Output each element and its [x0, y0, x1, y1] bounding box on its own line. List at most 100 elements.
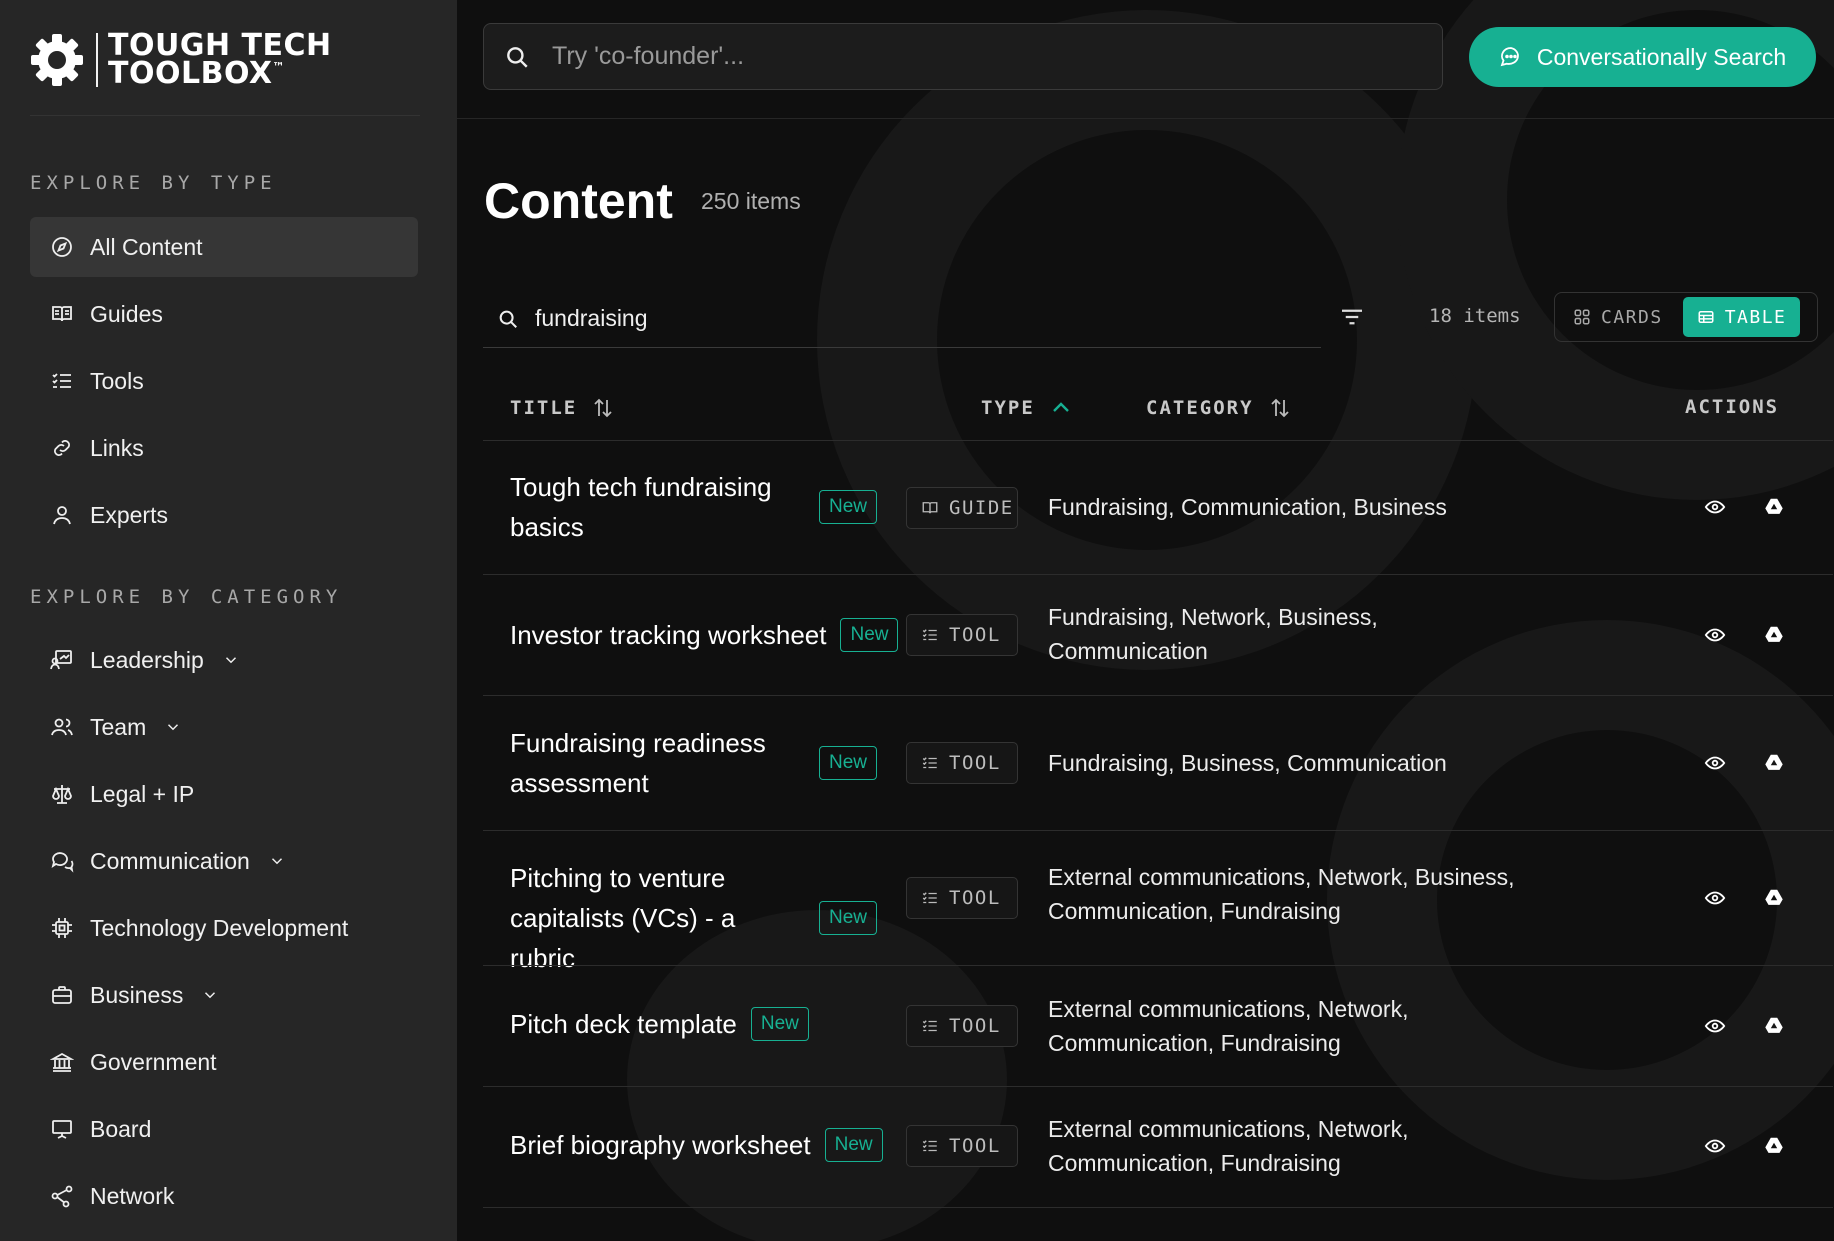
user-icon: [50, 503, 74, 527]
conversational-search-button[interactable]: Conversationally Search: [1469, 27, 1816, 87]
type-label: TOOL: [949, 624, 1001, 646]
header-divider: [457, 118, 1834, 119]
google-drive-icon[interactable]: [1763, 496, 1785, 518]
row-title[interactable]: Investor tracking worksheet: [510, 615, 826, 655]
row-title-cell: Tough tech fundraising basics New: [510, 467, 878, 547]
checklist-icon: [922, 629, 937, 641]
google-drive-icon[interactable]: [1763, 1135, 1785, 1157]
row-categories: External communications, Network, Commun…: [1048, 996, 1409, 1056]
sidebar-item-label: Communication: [90, 847, 250, 874]
global-search[interactable]: [483, 23, 1443, 90]
column-header-title[interactable]: TITLE: [510, 396, 615, 420]
row-title[interactable]: Tough tech fundraising basics: [510, 467, 805, 547]
filter-icon[interactable]: [1337, 302, 1367, 332]
sidebar-item-technology-development[interactable]: Technology Development: [30, 898, 418, 958]
sidebar-item-legal-ip[interactable]: Legal + IP: [30, 764, 418, 824]
view-eye-icon[interactable]: [1704, 624, 1726, 646]
new-badge: New: [819, 490, 878, 524]
book-icon: [50, 302, 74, 326]
sidebar-item-label: Network: [90, 1182, 175, 1209]
sidebar-item-tools[interactable]: Tools: [30, 351, 418, 411]
brand-logo[interactable]: TOUGH TECH TOOLBOX™: [30, 31, 332, 89]
table-row[interactable]: Fundraising readiness assessment New TOO…: [483, 696, 1833, 830]
new-badge: New: [819, 901, 878, 935]
filter-search-value[interactable]: fundraising: [535, 305, 648, 332]
new-badge: New: [840, 618, 899, 652]
view-eye-icon[interactable]: [1704, 496, 1726, 518]
type-chip: GUIDE: [906, 487, 1018, 529]
sort-icon: [594, 398, 612, 418]
table-row[interactable]: Tough tech fundraising basics New GUIDE …: [483, 441, 1833, 574]
type-label: TOOL: [949, 1015, 1001, 1037]
sidebar-item-leadership[interactable]: Leadership: [30, 630, 418, 690]
column-header-type[interactable]: TYPE: [981, 396, 1073, 420]
sidebar-item-label: Tools: [90, 367, 144, 394]
sidebar-item-links[interactable]: Links: [30, 418, 418, 478]
google-drive-icon[interactable]: [1763, 624, 1785, 646]
building-icon: [50, 1050, 74, 1074]
table-row[interactable]: Brief biography worksheet New TOOL Exter…: [483, 1087, 1833, 1207]
row-categories: Fundraising, Communication, Business: [1048, 494, 1447, 520]
sidebar-item-all-content[interactable]: All Content: [30, 217, 418, 277]
chat-bubble-icon: [1500, 47, 1519, 67]
row-title[interactable]: Pitch deck template: [510, 1004, 737, 1044]
brand-line-2: TOOLBOX™: [108, 59, 332, 89]
logo-separator: [30, 115, 420, 116]
sidebar-item-network[interactable]: Network: [30, 1166, 418, 1226]
google-drive-icon[interactable]: [1763, 887, 1785, 909]
cards-view-label: CARDS: [1601, 306, 1663, 328]
view-eye-icon[interactable]: [1704, 887, 1726, 909]
logo-divider: [96, 33, 98, 87]
sidebar-item-label: Government: [90, 1048, 217, 1075]
sidebar-item-government[interactable]: Government: [30, 1032, 418, 1092]
sort-icon: [1270, 398, 1289, 418]
google-drive-icon[interactable]: [1763, 752, 1785, 774]
google-drive-icon[interactable]: [1763, 1015, 1785, 1037]
sidebar-item-communication[interactable]: Communication: [30, 831, 418, 891]
column-header-type-label: TYPE: [981, 397, 1035, 419]
table-row[interactable]: Investor tracking worksheet New TOOL Fun…: [483, 575, 1833, 695]
chevron-down-icon[interactable]: [268, 852, 286, 870]
cards-view-button[interactable]: CARDS: [1559, 297, 1677, 337]
new-badge: New: [750, 1007, 809, 1041]
sidebar-item-business[interactable]: Business: [30, 965, 418, 1025]
chip-icon: [50, 916, 74, 940]
checklist-icon: [922, 1140, 937, 1152]
table-row[interactable]: Pitching to venture capitalists (VCs) - …: [483, 831, 1833, 973]
chevron-down-icon[interactable]: [164, 718, 182, 736]
table-row[interactable]: Pitch deck template New TOOL External co…: [483, 966, 1833, 1086]
users-icon: [50, 715, 74, 739]
sidebar-item-label: Leadership: [90, 646, 204, 673]
table-icon: [1698, 311, 1714, 323]
row-title[interactable]: Pitching to venture capitalists (VCs) - …: [510, 858, 805, 978]
row-title[interactable]: Brief biography worksheet: [510, 1125, 811, 1165]
type-chip: TOOL: [906, 1125, 1018, 1167]
type-chip: TOOL: [906, 742, 1018, 784]
column-header-title-label: TITLE: [510, 397, 578, 419]
column-header-category[interactable]: CATEGORY: [1146, 396, 1292, 420]
type-chip: TOOL: [906, 1005, 1018, 1047]
row-divider: [483, 1207, 1833, 1208]
row-title[interactable]: Fundraising readiness assessment: [510, 723, 805, 803]
brand-line-2-text: TOOLBOX: [108, 56, 273, 91]
gear-logo-icon: [31, 34, 83, 86]
global-search-input[interactable]: [552, 42, 1412, 71]
sidebar-item-team[interactable]: Team: [30, 697, 418, 757]
table-view-button[interactable]: TABLE: [1682, 297, 1801, 337]
sidebar-item-label: Legal + IP: [90, 780, 195, 807]
type-label: TOOL: [949, 887, 1001, 909]
sidebar-item-guides[interactable]: Guides: [30, 284, 418, 344]
chevron-down-icon[interactable]: [201, 986, 219, 1004]
checklist-icon: [922, 1020, 937, 1032]
view-eye-icon[interactable]: [1704, 1015, 1726, 1037]
view-eye-icon[interactable]: [1704, 1135, 1726, 1157]
row-categories: Fundraising, Business, Communication: [1048, 750, 1447, 776]
sidebar-item-experts[interactable]: Experts: [30, 485, 418, 545]
checklist-icon: [50, 369, 74, 393]
view-eye-icon[interactable]: [1704, 752, 1726, 774]
chevron-down-icon[interactable]: [222, 651, 240, 669]
sidebar-item-board[interactable]: Board: [30, 1099, 418, 1159]
content-filter-search[interactable]: fundraising: [483, 290, 1321, 348]
briefcase-icon: [50, 983, 74, 1007]
row-categories: External communications, Network, Commun…: [1048, 1116, 1409, 1176]
